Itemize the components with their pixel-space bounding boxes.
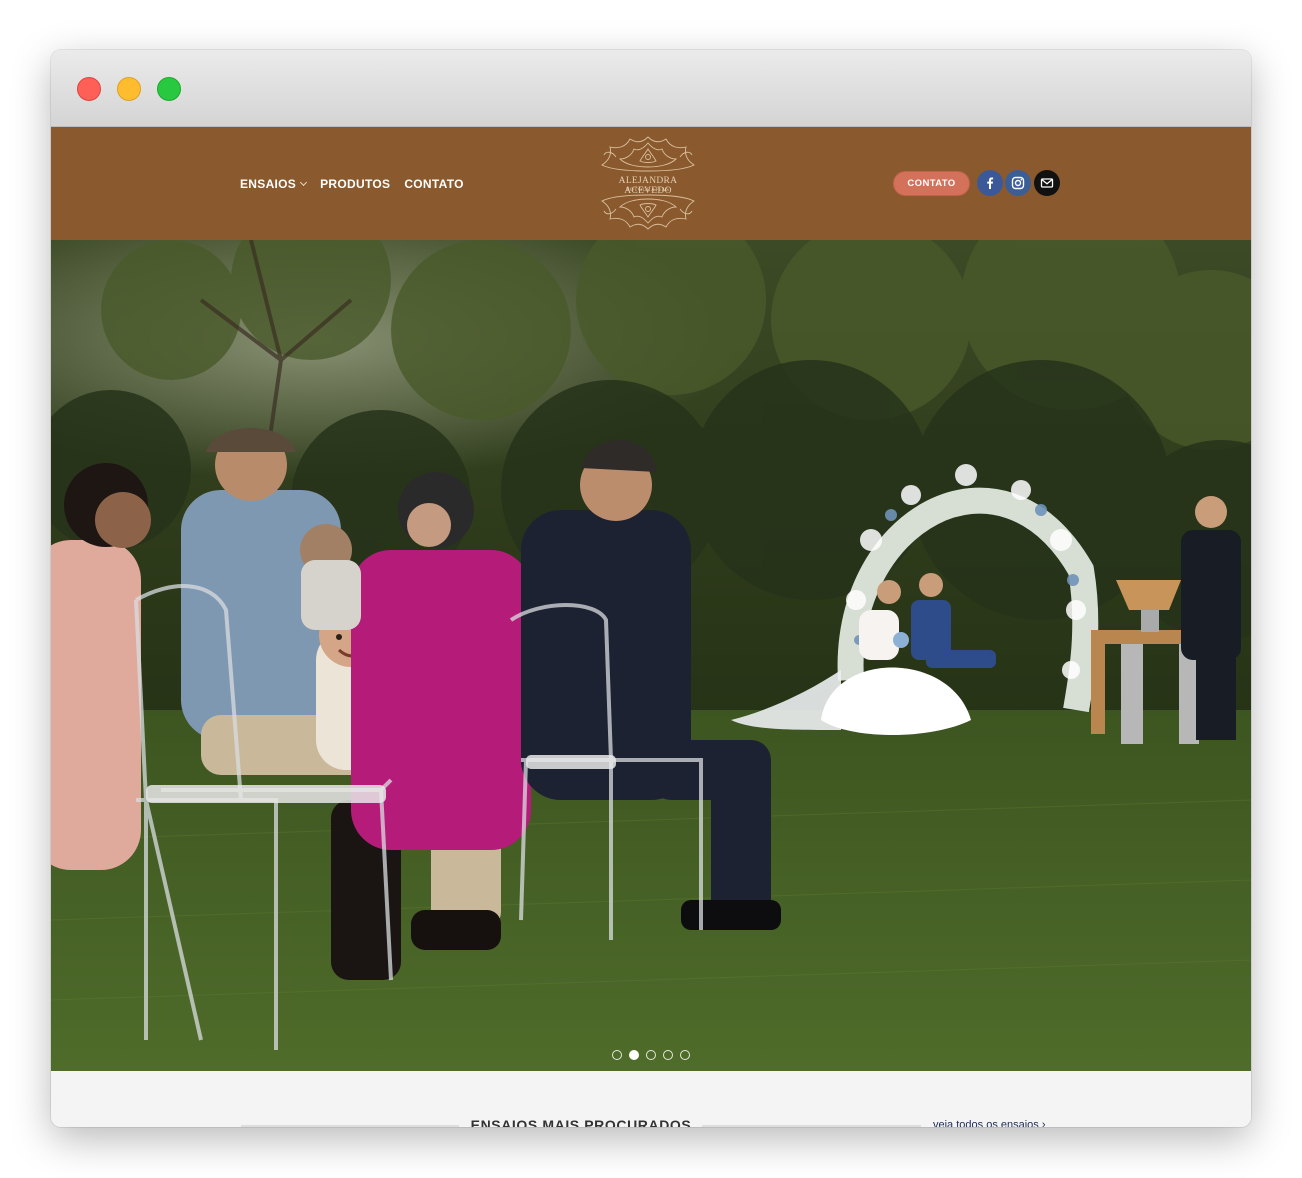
section-title: ENSAIOS MAIS PROCURADOS <box>470 1117 692 1127</box>
slider-dot-5[interactable] <box>680 1050 690 1060</box>
nav-item-ensaios[interactable]: ENSAIOS <box>240 176 308 191</box>
minimize-window-button[interactable] <box>117 77 141 101</box>
nav-item-produtos[interactable]: PRODUTOS <box>320 177 390 191</box>
main-nav: ENSAIOS PRODUTOS CONTATO <box>240 127 464 240</box>
site-header: ENSAIOS PRODUTOS CONTATO ALEJANDRA ACEVE… <box>51 127 1251 240</box>
facebook-button[interactable] <box>977 170 1003 196</box>
slider-dot-3[interactable] <box>646 1050 656 1060</box>
popular-sessions-section: ENSAIOS MAIS PROCURADOS veja todos os en… <box>51 1071 1251 1127</box>
window-titlebar <box>51 50 1251 127</box>
mail-icon <box>1040 178 1054 188</box>
section-divider-right <box>702 1125 921 1127</box>
maximize-window-button[interactable] <box>157 77 181 101</box>
slider-dot-2[interactable] <box>629 1050 639 1060</box>
see-all-link[interactable]: veja todos os ensaios › <box>933 1119 1046 1127</box>
close-window-button[interactable] <box>77 77 101 101</box>
instagram-button[interactable] <box>1005 170 1031 196</box>
chevron-down-icon <box>300 178 308 186</box>
section-divider-left <box>241 1125 459 1127</box>
slider-dots <box>51 1050 1251 1060</box>
facebook-icon <box>987 177 994 189</box>
email-button[interactable] <box>1034 170 1060 196</box>
browser-window: ENSAIOS PRODUTOS CONTATO ALEJANDRA ACEVE… <box>51 50 1251 1127</box>
contact-button[interactable]: CONTATO <box>893 171 970 196</box>
hero-slider[interactable] <box>51 240 1251 1071</box>
nav-item-label: CONTATO <box>404 176 464 191</box>
slider-dot-1[interactable] <box>612 1050 622 1060</box>
nav-item-contato[interactable]: CONTATO <box>404 177 463 191</box>
chevron-right-icon: › <box>1041 1119 1046 1127</box>
see-all-label: veja todos os ensaios <box>933 1119 1039 1127</box>
nav-item-label: ENSAIOS <box>240 176 297 191</box>
nav-item-label: PRODUTOS <box>320 176 391 191</box>
hero-wedding-photo <box>51 240 1251 1071</box>
logo-tagline: FOTOGRAFIAS <box>626 188 670 193</box>
site-logo[interactable]: ALEJANDRA ACEVEDO FOTOGRAFIAS <box>596 133 700 233</box>
logo-name: ALEJANDRA ACEVEDO <box>618 176 678 196</box>
slider-dot-4[interactable] <box>663 1050 673 1060</box>
instagram-icon <box>1011 176 1025 190</box>
